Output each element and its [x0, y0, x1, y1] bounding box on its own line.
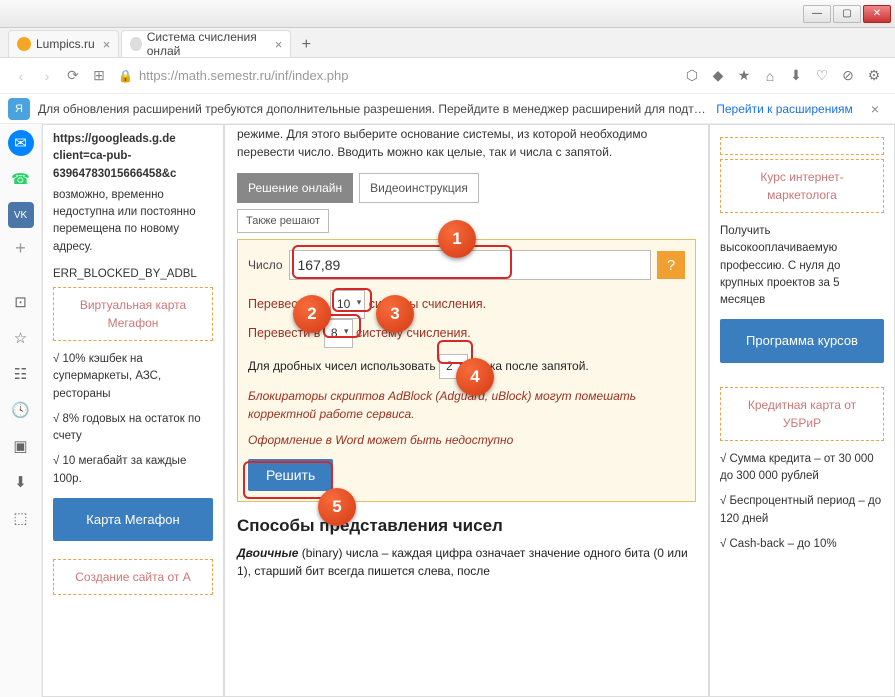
- ad-credit-bullet-1: √ Сумма кредита – от 30 000 до 300 000 р…: [720, 451, 884, 486]
- ad-error-text: возможно, временно недоступна или постоя…: [53, 187, 213, 256]
- ext-icon-3[interactable]: ★: [731, 63, 757, 89]
- help-button[interactable]: ?: [657, 251, 685, 279]
- url-text: https://math.semestr.ru/inf/index.php: [139, 68, 349, 83]
- ext-icon-1[interactable]: ⬡: [679, 63, 705, 89]
- right-ad-column: Курс интернет-маркетолога Получить высок…: [709, 124, 895, 697]
- ad-url-2: client=ca-pub-: [53, 148, 213, 165]
- ad-bullet-1: √ 10% кэшбек на супермаркеты, АЗС, ресто…: [53, 351, 213, 403]
- calculator-box: Число 167,89 ? Перевести из 10 системы с…: [237, 239, 696, 502]
- ad-box-credit-title[interactable]: Кредитная карта от УБРиР: [720, 387, 884, 441]
- ad-error-code: ERR_BLOCKED_BY_ADBL: [53, 266, 213, 283]
- ad-placeholder: [720, 137, 884, 155]
- ad-box-course-title[interactable]: Курс интернет-маркетолога: [720, 159, 884, 213]
- left-ad-column: https://googleads.g.de client=ca-pub- 63…: [42, 124, 224, 697]
- ext-icon-2[interactable]: ◆: [705, 63, 731, 89]
- sidebar-history-icon[interactable]: 🕓: [8, 397, 34, 423]
- solve-button[interactable]: Решить: [248, 459, 333, 491]
- ad-credit-bullet-2: √ Беспроцентный период – до 120 дней: [720, 493, 884, 528]
- ad-credit-bullet-3: √ Cash-back – до 10%: [720, 536, 884, 553]
- ad-megafon-button[interactable]: Карта Мегафон: [53, 498, 213, 542]
- solution-tabs: Решение онлайн Видеоинструкция: [237, 173, 696, 203]
- tab-favicon-1: [17, 37, 31, 51]
- sidebar-download-icon[interactable]: ⬇: [8, 469, 34, 495]
- tab-solution-online[interactable]: Решение онлайн: [237, 173, 353, 203]
- ad-bullet-3: √ 10 мегабайт за каждые 100р.: [53, 453, 213, 488]
- ad-course-button[interactable]: Программа курсов: [720, 319, 884, 363]
- opera-sidebar: ✉ ☎ VK + ⊡ ☆ ☷ 🕓 ▣ ⬇ ⬚: [0, 124, 42, 697]
- ad-box-megafon-title[interactable]: Виртуальная карта Мегафон: [53, 287, 213, 341]
- sidebar-vk-icon[interactable]: VK: [8, 202, 34, 228]
- extension-notice-bar: Я Для обновления расширений требуются до…: [0, 94, 895, 124]
- sidebar-extension-icon[interactable]: ⬚: [8, 505, 34, 531]
- ext-notice-link[interactable]: Перейти к расширениям: [706, 102, 863, 116]
- number-label: Число: [248, 258, 283, 272]
- ext-icon-6[interactable]: ♡: [809, 63, 835, 89]
- intro-text: режиме. Для этого выберите основание сис…: [237, 125, 696, 161]
- ext-notice-icon: Я: [8, 98, 30, 120]
- ad-course-text: Получить высокооплачиваемую профессию. С…: [720, 223, 884, 309]
- tab-semestr[interactable]: Система счисления онлай ×: [121, 30, 291, 57]
- tab-label: Lumpics.ru: [36, 37, 95, 51]
- ext-icon-7[interactable]: ⊘: [835, 63, 861, 89]
- ad-url-1: https://googleads.g.de: [53, 131, 213, 148]
- nav-back-button[interactable]: ‹: [8, 63, 34, 89]
- tab-also-solve[interactable]: Также решают: [237, 209, 329, 233]
- ext-icon-5[interactable]: ⬇: [783, 63, 809, 89]
- section-heading: Способы представления чисел: [237, 516, 696, 536]
- sidebar-add-button[interactable]: +: [15, 238, 26, 259]
- sidebar-speed-icon[interactable]: ⊡: [8, 289, 34, 315]
- ext-icon-8[interactable]: ⚙: [861, 63, 887, 89]
- number-input[interactable]: 167,89: [289, 250, 651, 280]
- url-field[interactable]: 🔒 https://math.semestr.ru/inf/index.php: [112, 68, 679, 83]
- sidebar-messenger-icon[interactable]: ✉: [8, 130, 34, 156]
- adblock-warning-1: Блокираторы скриптов AdBlock (Adguard, u…: [248, 387, 685, 423]
- tab-label: Система счисления онлай: [147, 30, 267, 58]
- nav-forward-button[interactable]: ›: [34, 63, 60, 89]
- window-maximize-button[interactable]: ▢: [833, 5, 861, 23]
- lock-icon: 🔒: [118, 69, 133, 83]
- tab-lumpics[interactable]: Lumpics.ru ×: [8, 30, 119, 57]
- to-line: Перевести в 8 систему счисления.: [248, 319, 685, 348]
- fraction-digits-select[interactable]: 2: [439, 354, 468, 379]
- window-titlebar: — ▢ ✕: [0, 0, 895, 28]
- sidebar-screenshot-icon[interactable]: ▣: [8, 433, 34, 459]
- speed-dial-button[interactable]: ⊞: [86, 63, 112, 89]
- ad-url-3: 63964783015666458&c: [53, 166, 213, 183]
- tab-video[interactable]: Видеоинструкция: [359, 173, 479, 203]
- to-base-select[interactable]: 8: [324, 319, 353, 348]
- tab-favicon-2: [130, 37, 141, 51]
- adblock-warning-2: Оформление в Word может быть недоступно: [248, 431, 685, 449]
- addressbar-icons: ⬡ ◆ ★ ⌂ ⬇ ♡ ⊘ ⚙: [679, 63, 887, 89]
- tab-close-icon[interactable]: ×: [103, 37, 111, 52]
- ext-icon-4[interactable]: ⌂: [757, 63, 783, 89]
- sidebar-whatsapp-icon[interactable]: ☎: [8, 166, 34, 192]
- page-content: https://googleads.g.de client=ca-pub- 63…: [42, 124, 895, 697]
- page-main: ✉ ☎ VK + ⊡ ☆ ☷ 🕓 ▣ ⬇ ⬚ https://googleads…: [0, 124, 895, 697]
- ad-box-site-title[interactable]: Создание сайта от А: [53, 559, 213, 595]
- address-bar: ‹ › ⟳ ⊞ 🔒 https://math.semestr.ru/inf/in…: [0, 58, 895, 94]
- section-body: Двоичные (binary) числа – каждая цифра о…: [237, 544, 696, 580]
- center-column: режиме. Для этого выберите основание сис…: [224, 124, 709, 697]
- ext-notice-text: Для обновления расширений требуются допо…: [38, 102, 706, 116]
- tab-close-icon[interactable]: ×: [275, 37, 283, 52]
- browser-tabbar: Lumpics.ru × Система счисления онлай × +: [0, 28, 895, 58]
- from-line: Перевести из 10 системы счисления.: [248, 290, 685, 319]
- ext-notice-close[interactable]: ×: [863, 101, 887, 117]
- sidebar-bookmark-icon[interactable]: ☆: [8, 325, 34, 351]
- ad-bullet-2: √ 8% годовых на остаток по счету: [53, 411, 213, 446]
- from-base-select[interactable]: 10: [330, 290, 365, 319]
- new-tab-button[interactable]: +: [293, 33, 319, 57]
- nav-reload-button[interactable]: ⟳: [60, 63, 86, 89]
- fraction-line: Для дробных чисел использовать 2 знака п…: [248, 354, 685, 379]
- window-close-button[interactable]: ✕: [863, 5, 891, 23]
- sidebar-news-icon[interactable]: ☷: [8, 361, 34, 387]
- window-minimize-button[interactable]: —: [803, 5, 831, 23]
